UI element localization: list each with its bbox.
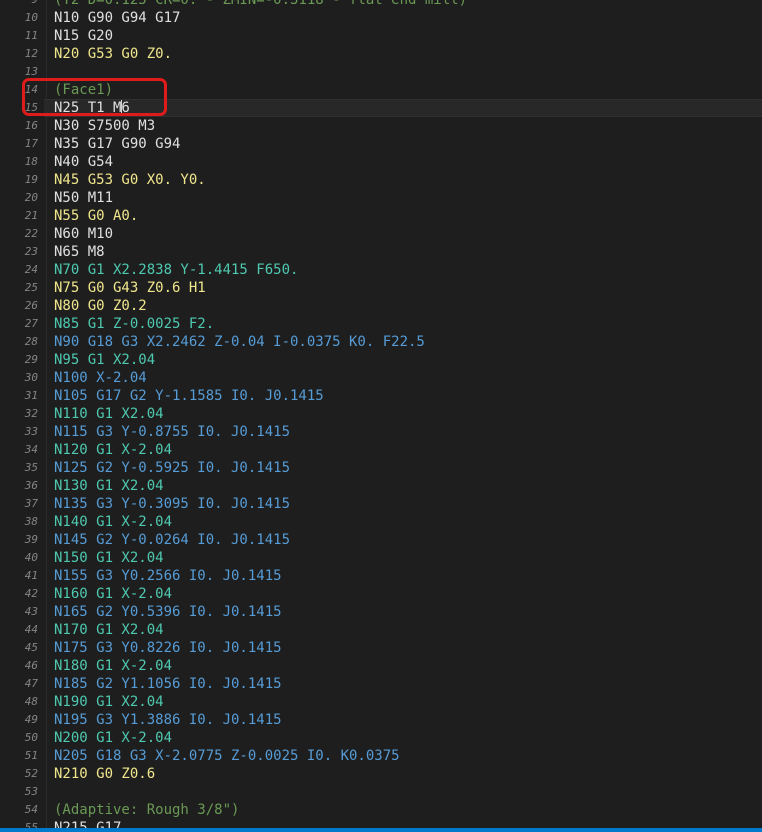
code-line[interactable]: N90 G18 G3 X2.2462 Z-0.04 I-0.0375 K0. F… <box>54 333 425 351</box>
line-number: 21 <box>24 209 38 222</box>
code-line[interactable]: N195 G3 Y1.3886 I0. J0.1415 <box>54 711 282 729</box>
code-line[interactable]: N175 G3 Y0.8226 I0. J0.1415 <box>54 639 282 657</box>
code-line[interactable]: N170 G1 X2.04 <box>54 621 164 639</box>
code-line[interactable]: N125 G2 Y-0.5925 I0. J0.1415 <box>54 459 290 477</box>
line-number: 19 <box>24 173 38 186</box>
line-number: 29 <box>24 353 38 366</box>
code-line[interactable]: N190 G1 X2.04 <box>54 693 164 711</box>
line-number: 16 <box>24 119 38 132</box>
line-number: 53 <box>24 785 38 798</box>
line-number: 12 <box>24 47 38 60</box>
code-line[interactable]: N60 M10 <box>54 225 113 243</box>
code-line[interactable]: N40 G54 <box>54 153 113 171</box>
comment-line[interactable]: (Adaptive: Rough 3/8") <box>54 801 239 819</box>
line-number: 52 <box>24 767 38 780</box>
line-number: 36 <box>24 479 38 492</box>
line-number: 32 <box>24 407 38 420</box>
code-line[interactable]: N75 G0 G43 Z0.6 H1 <box>54 279 206 297</box>
line-number: 28 <box>24 335 38 348</box>
code-line[interactable]: N55 G0 A0. <box>54 207 138 225</box>
code-line[interactable]: N45 G53 G0 X0. Y0. <box>54 171 206 189</box>
code-line[interactable]: N205 G18 G3 X-2.0775 Z-0.0025 I0. K0.037… <box>54 747 400 765</box>
code-line[interactable]: N160 G1 X-2.04 <box>54 585 172 603</box>
line-number: 24 <box>24 263 38 276</box>
line-number: 18 <box>24 155 38 168</box>
code-line[interactable]: N85 G1 Z-0.0025 F2. <box>54 315 214 333</box>
line-number: 38 <box>24 515 38 528</box>
line-number: 39 <box>24 533 38 546</box>
code-line[interactable]: N30 S7500 M3 <box>54 117 155 135</box>
line-number: 34 <box>24 443 38 456</box>
code-line[interactable]: N185 G2 Y1.1056 I0. J0.1415 <box>54 675 282 693</box>
line-number: 10 <box>24 11 38 24</box>
comment-line[interactable]: (T2 D=0.125 CR=0. - ZMIN=-0.3118 - flat … <box>54 0 467 9</box>
code-line[interactable]: N35 G17 G90 G94 <box>54 135 180 153</box>
code-line[interactable]: N10 G90 G94 G17 <box>54 9 180 27</box>
line-number: 46 <box>24 659 38 672</box>
code-line[interactable]: N110 G1 X2.04 <box>54 405 164 423</box>
code-line[interactable]: N100 X-2.04 <box>54 369 147 387</box>
gutter-separator <box>46 0 47 832</box>
code-line[interactable]: N95 G1 X2.04 <box>54 351 155 369</box>
code-line[interactable]: N180 G1 X-2.04 <box>54 657 172 675</box>
code-line[interactable]: N155 G3 Y0.2566 I0. J0.1415 <box>54 567 282 585</box>
line-number: 27 <box>24 317 38 330</box>
code-line[interactable]: N20 G53 G0 Z0. <box>54 45 172 63</box>
line-number: 9 <box>0 0 38 9</box>
code-line[interactable]: N80 G0 Z0.2 <box>54 297 147 315</box>
line-number: 54 <box>24 803 38 816</box>
code-line[interactable]: N105 G17 G2 Y-1.1585 I0. J0.1415 <box>54 387 324 405</box>
code-line[interactable]: N145 G2 Y-0.0264 I0. J0.1415 <box>54 531 290 549</box>
status-bar <box>0 828 762 832</box>
line-number: 47 <box>24 677 38 690</box>
line-number: 11 <box>24 29 38 42</box>
line-number: 49 <box>24 713 38 726</box>
code-line[interactable]: N120 G1 X-2.04 <box>54 441 172 459</box>
line-number: 40 <box>24 551 38 564</box>
line-number: 50 <box>24 731 38 744</box>
line-number: 33 <box>24 425 38 438</box>
line-number: 25 <box>24 281 38 294</box>
code-line[interactable]: N115 G3 Y-0.8755 I0. J0.1415 <box>54 423 290 441</box>
code-line[interactable]: N150 G1 X2.04 <box>54 549 164 567</box>
code-line[interactable]: N200 G1 X-2.04 <box>54 729 172 747</box>
code-line[interactable]: N140 G1 X-2.04 <box>54 513 172 531</box>
line-number: 51 <box>24 749 38 762</box>
code-editor[interactable]: 9 (T2 D=0.125 CR=0. - ZMIN=-0.3118 - flat… <box>0 0 762 832</box>
line-number: 48 <box>24 695 38 708</box>
line-number: 17 <box>24 137 38 150</box>
line-number: 35 <box>24 461 38 474</box>
annotation-highlight-box <box>22 78 167 116</box>
line-number: 43 <box>24 605 38 618</box>
line-number: 26 <box>24 299 38 312</box>
line-number: 44 <box>24 623 38 636</box>
line-number: 42 <box>24 587 38 600</box>
code-line[interactable]: N135 G3 Y-0.3095 I0. J0.1415 <box>54 495 290 513</box>
line-number: 45 <box>24 641 38 654</box>
code-line[interactable]: N165 G2 Y0.5396 I0. J0.1415 <box>54 603 282 621</box>
line-number: 31 <box>24 389 38 402</box>
code-line[interactable]: N210 G0 Z0.6 <box>54 765 155 783</box>
code-line[interactable]: N130 G1 X2.04 <box>54 477 164 495</box>
line-number: 41 <box>24 569 38 582</box>
line-number: 20 <box>24 191 38 204</box>
line-number: 22 <box>24 227 38 240</box>
code-line[interactable]: N70 G1 X2.2838 Y-1.4415 F650. <box>54 261 298 279</box>
line-number: 37 <box>24 497 38 510</box>
line-number: 23 <box>24 245 38 258</box>
code-line[interactable]: N15 G20 <box>54 27 113 45</box>
code-line[interactable]: N65 M8 <box>54 243 105 261</box>
code-line[interactable]: N50 M11 <box>54 189 113 207</box>
line-number: 30 <box>24 371 38 384</box>
